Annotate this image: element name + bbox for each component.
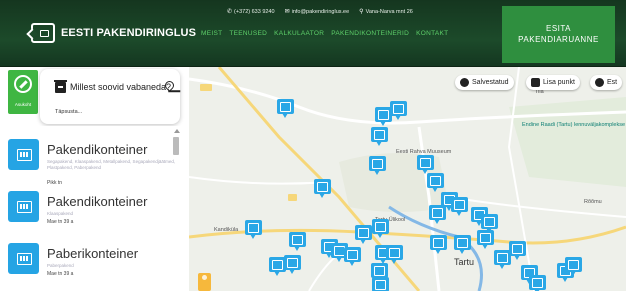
address-contact[interactable]: ⚲ Vana-Narva mnt 26 (359, 8, 413, 15)
map-view[interactable]: Endine Raadi (Tartu) lennuväljakomplekse… (189, 67, 626, 291)
map-marker[interactable] (372, 277, 389, 291)
heart-icon (460, 78, 469, 87)
map-label-tartu: Tartu (454, 257, 475, 267)
item-address: Pikk tn (47, 180, 63, 186)
compass-icon (14, 75, 32, 93)
trash-icon (54, 80, 67, 93)
street-view-pegman-icon[interactable] (198, 273, 211, 291)
container-list: Pakendikonteiner Segapakend, Klaaspakend… (0, 126, 188, 291)
mail-icon: ✉ (284, 9, 290, 15)
nav-item-kalkulaator[interactable]: KALKULAATOR (274, 30, 324, 37)
item-materials: Klaaspakend (47, 211, 74, 216)
map-roads (189, 67, 626, 291)
site-header: EESTI PAKENDIRINGLUS ✆ (+372) 633 9240 ✉ i… (0, 0, 626, 67)
phone-icon: ✆ (227, 9, 233, 15)
map-marker[interactable] (565, 257, 582, 277)
map-marker[interactable] (344, 247, 361, 267)
container-icon (8, 139, 39, 170)
recycle-logo-icon (31, 23, 55, 43)
map-marker[interactable] (277, 99, 294, 119)
list-item[interactable]: Pakendikonteiner Segapakend, Klaaspakend… (8, 136, 180, 186)
map-marker[interactable] (369, 156, 386, 176)
map-label-roomu: Rõõmu (584, 199, 602, 205)
map-label-raadi: Endine Raadi (Tartu) lennuväljakomplekse (522, 122, 626, 128)
brand-logo[interactable]: EESTI PAKENDIRINGLUS (31, 23, 196, 43)
map-marker[interactable] (355, 225, 372, 245)
map-marker[interactable] (386, 245, 403, 265)
contact-bar: ✆ (+372) 633 9240 ✉ info@pakendiringlus.ee… (227, 8, 413, 15)
map-marker[interactable] (245, 220, 262, 240)
item-materials: Segapakend, Klaaspakend, Metallpakend, S… (47, 159, 176, 170)
map-marker[interactable] (314, 179, 331, 199)
search-question: Millest soovid vabaneda? (70, 82, 172, 92)
submit-report-button[interactable]: ESITA PAKENDIARUANNE (502, 6, 615, 63)
container-icon (8, 243, 39, 274)
nav-item-teenused[interactable]: TEENUSED (229, 30, 267, 37)
map-marker[interactable] (509, 241, 526, 261)
saved-button[interactable]: Salvestatud (455, 75, 514, 90)
map-marker[interactable] (371, 127, 388, 147)
nav-item-pakendikonteinerid[interactable]: PAKENDIKONTEINERID (331, 30, 409, 37)
map-marker[interactable] (417, 155, 434, 175)
map-marker[interactable] (430, 235, 447, 255)
map-marker[interactable] (284, 255, 301, 275)
map-marker[interactable] (289, 232, 306, 252)
nav-item-kontakt[interactable]: KONTAKT (416, 30, 448, 37)
map-marker[interactable] (372, 219, 389, 239)
map-marker[interactable] (390, 101, 407, 121)
map-marker[interactable] (529, 275, 546, 291)
cta-line-2: PAKENDIARUANNE (518, 34, 599, 44)
map-marker[interactable] (427, 173, 444, 193)
cta-line-1: ESITA (545, 23, 572, 33)
map-label-kandikula: Kandiküla (214, 227, 239, 233)
map-marker[interactable] (429, 205, 446, 225)
scroll-up-arrow[interactable] (174, 129, 180, 133)
globe-icon (595, 78, 604, 87)
item-title: Paberikonteiner (47, 246, 139, 261)
map-marker[interactable] (454, 235, 471, 255)
language-button[interactable]: Est (590, 75, 623, 90)
brand-name: EESTI PAKENDIRINGLUS (61, 27, 197, 39)
item-address: Mae tn 39 a (47, 271, 74, 277)
add-point-button[interactable]: Lisa punkt (526, 75, 580, 90)
locate-me-button[interactable]: Asukoht (8, 70, 38, 114)
map-marker[interactable] (477, 230, 494, 250)
item-title: Pakendikonteiner (47, 194, 148, 209)
map-marker[interactable] (451, 197, 468, 217)
item-title: Pakendikonteiner (47, 142, 148, 157)
item-address: Mae tn 39 a (47, 219, 74, 225)
container-icon (8, 191, 39, 222)
phone-contact[interactable]: ✆ (+372) 633 9240 (227, 8, 275, 15)
nav-item-meist[interactable]: MEIST (201, 30, 222, 37)
item-materials: Paberpakend (47, 263, 74, 268)
waste-search-box[interactable]: Millest soovid vabaneda? Täpsusta... (40, 69, 180, 124)
list-item[interactable]: Paberikonteiner Paberpakend Mae tn 39 a (8, 240, 180, 288)
refine-link[interactable]: Täpsusta... (55, 109, 82, 115)
list-scrollbar[interactable] (173, 137, 179, 155)
list-item[interactable]: Pakendikonteiner Klaaspakend Mae tn 39 a (8, 188, 180, 236)
plus-icon (531, 78, 540, 87)
locate-label: Asukoht (14, 102, 32, 107)
email-contact[interactable]: ✉ info@pakendiringlus.ee (285, 8, 350, 15)
main-nav: MEIST TEENUSED KALKULAATOR PAKENDIKONTEI… (201, 30, 448, 37)
location-pin-icon: ⚲ (359, 9, 364, 15)
map-marker[interactable] (269, 257, 286, 277)
